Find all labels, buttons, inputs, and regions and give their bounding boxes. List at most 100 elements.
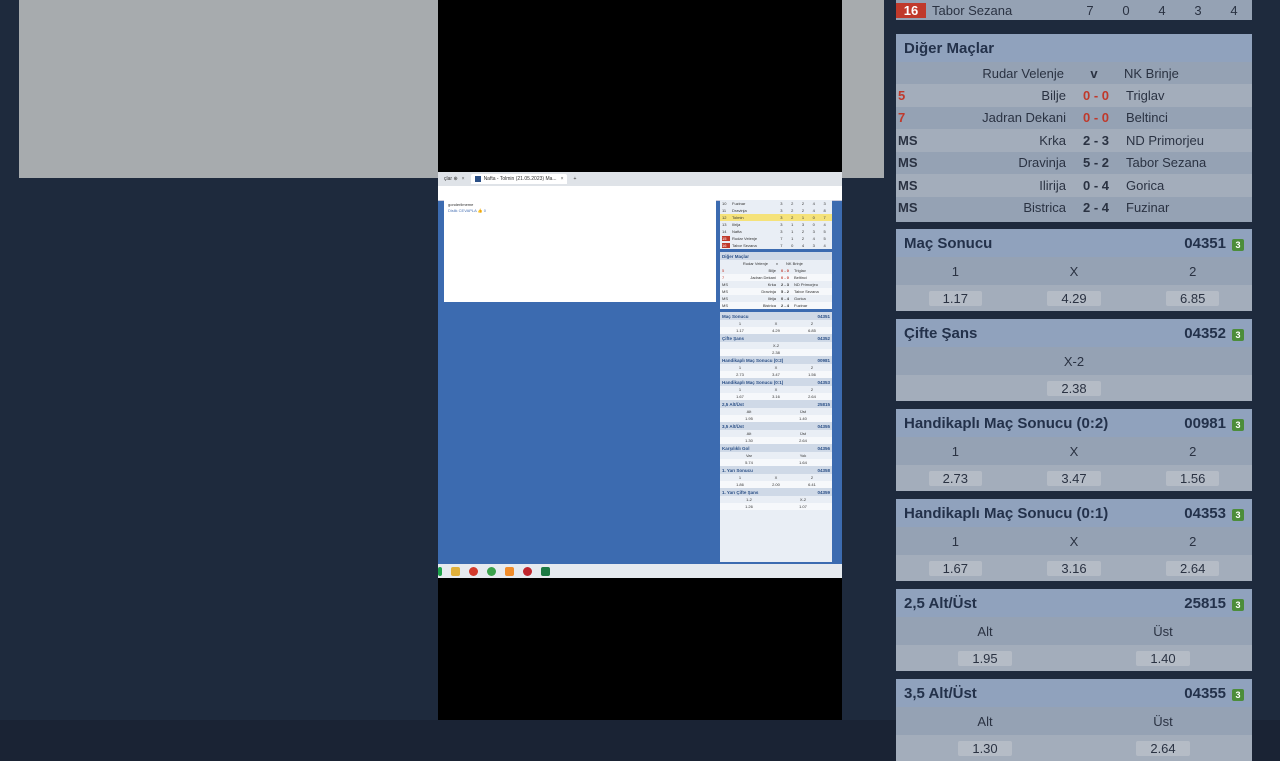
- match-status: MS: [898, 200, 918, 216]
- mini-market-code: 00981: [817, 357, 830, 363]
- odd-button[interactable]: 1.17: [928, 290, 982, 306]
- market-label: Alt: [977, 713, 993, 729]
- odd-button[interactable]: 2.64: [1166, 560, 1220, 576]
- folder-icon[interactable]: [451, 566, 460, 576]
- odd-cell: 2.64: [1074, 740, 1252, 756]
- match-score: 5 - 2: [1082, 155, 1109, 171]
- odd-button[interactable]: 1.40: [1136, 650, 1190, 666]
- mini-odd-button[interactable]: 1.64: [776, 460, 830, 465]
- mini-market-code: 04358: [817, 467, 830, 473]
- address-bar[interactable]: [438, 186, 842, 201]
- mini-odd-button[interactable]: 1.30: [722, 438, 776, 443]
- mini-market-labels: 1 X 2: [720, 320, 832, 327]
- mini-odd-button[interactable]: 3.16: [758, 394, 794, 399]
- mini-odd-button[interactable]: 1.86: [722, 482, 758, 487]
- odd-button[interactable]: 1.95: [958, 650, 1012, 666]
- odd-cell: 2.38: [896, 380, 1252, 396]
- market-badge-icon[interactable]: 3: [1232, 418, 1244, 431]
- odd-button[interactable]: 3.47: [1047, 470, 1101, 486]
- match-status: MS: [722, 296, 728, 301]
- mini-market-code: 25815: [817, 401, 830, 407]
- mini-odd-button[interactable]: 2.64: [776, 438, 830, 443]
- odd-button[interactable]: 3.16: [1047, 560, 1101, 576]
- market-odds: 1.30 2.64: [896, 735, 1252, 761]
- away-team: ND Primorjeu: [1126, 132, 1205, 148]
- mini-market-title: 2,5 Alt/Üst: [722, 401, 744, 407]
- mini-odd-button[interactable]: 2.00: [758, 482, 794, 487]
- away-team: ND Primorjeu: [794, 282, 819, 287]
- market-title: Çifte Şans: [904, 324, 978, 342]
- market-badge-icon[interactable]: 3: [1232, 598, 1244, 611]
- mini-market-header: Handikaplı Maç Sonucu (0:2) 00981: [720, 356, 832, 364]
- app-icon[interactable]: [523, 566, 532, 576]
- standings-cell: 0: [812, 222, 815, 227]
- mini-odd-button[interactable]: 1.26: [722, 504, 776, 509]
- mini-odd-button[interactable]: 5.74: [722, 460, 776, 465]
- mini-odd-button[interactable]: 1.17: [722, 328, 758, 333]
- mini-odd-button[interactable]: 2.38: [722, 350, 830, 355]
- mini-match-row: MS Ilirija 0 - 4 Gorica: [720, 295, 832, 302]
- mini-odd-button[interactable]: 6.41: [794, 482, 830, 487]
- odd-cell: 3.47: [1015, 470, 1134, 486]
- home-team: Dravinja: [1018, 155, 1066, 171]
- chrome-icon[interactable]: [487, 566, 496, 576]
- mini-odd-button[interactable]: 6.85: [794, 328, 830, 333]
- standings-cell: 7: [780, 236, 783, 241]
- standings-cell: 2: [791, 201, 794, 206]
- close-icon[interactable]: ×: [462, 176, 465, 182]
- standings-cell: 2: [791, 215, 794, 220]
- mini-odd-button[interactable]: 2.73: [722, 372, 758, 377]
- market-label: 1: [951, 263, 959, 279]
- mini-market-label: X: [774, 387, 778, 392]
- odd-button[interactable]: 2.64: [1136, 740, 1190, 756]
- app-icon[interactable]: [505, 566, 514, 576]
- market-badge-icon[interactable]: 3: [1232, 328, 1244, 341]
- mini-odd-button[interactable]: 1.40: [776, 416, 830, 421]
- mini-odd-button[interactable]: 1.95: [722, 416, 776, 421]
- app-icon[interactable]: [438, 566, 442, 576]
- market-badge-icon[interactable]: 3: [1232, 238, 1244, 251]
- market-code: 00981: [1184, 414, 1226, 432]
- away-team: Fuzinar: [794, 303, 808, 308]
- mini-odd-button[interactable]: 4.29: [758, 328, 794, 333]
- position-badge: 16: [896, 2, 926, 18]
- home-team: Bilje: [768, 268, 776, 273]
- standings-team: Rudar Velenje: [732, 236, 758, 241]
- market-title: Handikaplı Maç Sonucu (0:1): [904, 504, 1109, 522]
- odd-button[interactable]: 4.29: [1047, 290, 1101, 306]
- close-icon[interactable]: ×: [561, 176, 564, 182]
- mini-market-title: Çifte Şans: [722, 335, 745, 341]
- mini-market-odds: 2.73 3.47 1.56: [720, 371, 832, 378]
- played: 7: [1086, 2, 1094, 18]
- odd-button[interactable]: 2.73: [928, 470, 982, 486]
- odd-button[interactable]: 6.85: [1166, 290, 1220, 306]
- mini-market-header: Karşılıklı Gol 04356: [720, 444, 832, 452]
- zoom-other-matches: Diğer Maçlar Rudar Velenje v NK Brinje 5…: [896, 34, 1252, 222]
- mini-market-odds: 1.95 1.40: [720, 415, 832, 422]
- comment-actions[interactable]: Dislik CEVAPLA 👍 0: [448, 208, 486, 213]
- browser-tab-1[interactable]: çlar ⊕ ×: [440, 174, 469, 184]
- market-badge-icon[interactable]: 3: [1232, 508, 1244, 521]
- odd-cell: 2.64: [1133, 560, 1252, 576]
- browser-icon[interactable]: [469, 566, 478, 576]
- mini-odd-button[interactable]: 3.47: [758, 372, 794, 377]
- standings-pos: 12: [722, 215, 727, 220]
- market-badge-icon[interactable]: 3: [1232, 688, 1244, 701]
- mini-market-title: Handikaplı Maç Sonucu (0:2): [722, 357, 784, 363]
- mini-odd-button[interactable]: 1.56: [794, 372, 830, 377]
- odd-button[interactable]: 1.67: [928, 560, 982, 576]
- new-tab-button[interactable]: +: [569, 174, 580, 184]
- excel-icon[interactable]: [541, 566, 550, 576]
- standings-cell: 4: [812, 236, 815, 241]
- mini-odd-button[interactable]: 2.64: [794, 394, 830, 399]
- market-block: Handikaplı Maç Sonucu (0:1) 04353 3 1 X 2 1.67…: [896, 499, 1252, 581]
- browser-tab-active[interactable]: Nafta - Tolmin (21.05.2023) Ma... ×: [470, 174, 568, 184]
- mini-market-odds: 2.38: [720, 349, 832, 356]
- market-code-wrap: 04351 3: [1184, 235, 1244, 252]
- odd-button[interactable]: 2.38: [1047, 380, 1101, 396]
- mini-odd-button[interactable]: 1.07: [776, 504, 830, 509]
- market-header: Maç Sonucu 04351 3: [896, 229, 1252, 257]
- mini-odd-button[interactable]: 1.67: [722, 394, 758, 399]
- odd-button[interactable]: 1.30: [958, 740, 1012, 756]
- odd-button[interactable]: 1.56: [1166, 470, 1220, 486]
